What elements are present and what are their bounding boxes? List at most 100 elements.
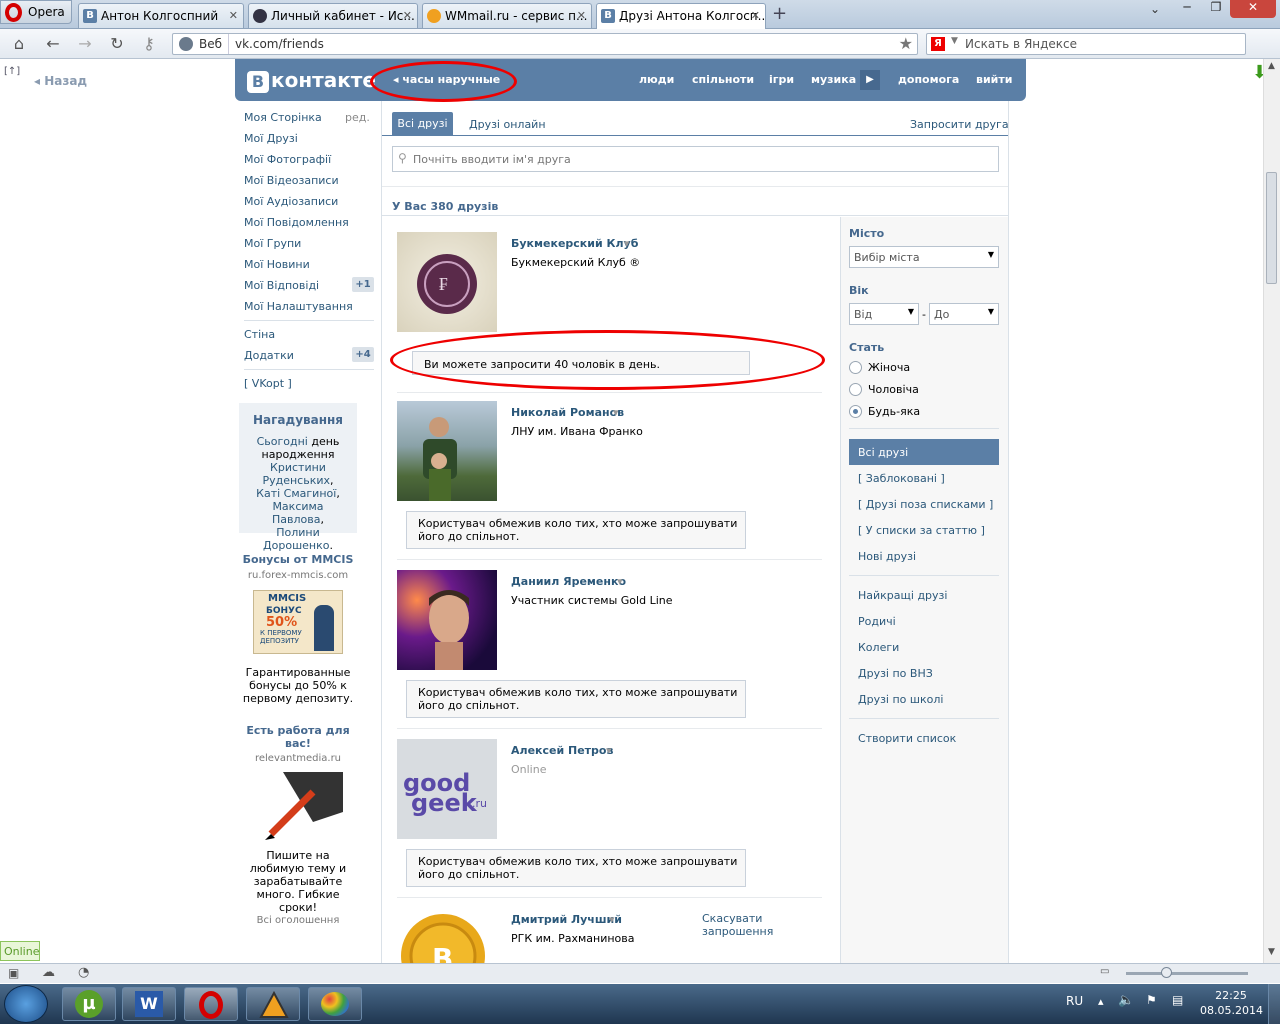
restore-icon[interactable]: ❐ (1202, 0, 1230, 18)
home-icon[interactable]: ⌂ (8, 34, 30, 54)
reminder-today-link[interactable]: Сьогодні (257, 435, 308, 448)
flag-icon[interactable]: ⚑ (1146, 993, 1157, 1007)
ad-title[interactable]: Есть работа для вас! (239, 724, 357, 750)
language-indicator[interactable]: RU (1066, 994, 1083, 1008)
friend-photo[interactable]: B (397, 908, 497, 963)
browser-tab[interactable]: Личный кабинет - Ис... ✕ (248, 3, 418, 28)
start-button[interactable] (4, 985, 48, 1023)
network-icon[interactable]: ▤ (1172, 993, 1183, 1007)
forward-arrow-icon[interactable]: → (74, 34, 96, 54)
list-blocked[interactable]: [ Заблоковані ] (858, 472, 945, 485)
menu-badge[interactable]: +1 (352, 277, 374, 292)
list-new-friends[interactable]: Нові друзі (858, 550, 916, 563)
tab-all-friends[interactable]: Всі друзі (392, 112, 453, 136)
scrollbar-thumb[interactable] (1266, 172, 1277, 284)
nav-people[interactable]: люди (639, 73, 674, 86)
sex-option-label[interactable]: Жіноча (868, 361, 910, 374)
tab-list-icon[interactable]: ⌄ (1150, 2, 1160, 16)
browser-tab[interactable]: B Антон Колгоспний ✕ (78, 3, 244, 28)
zoom-slider-thumb[interactable] (1161, 967, 1172, 978)
reload-icon[interactable]: ↻ (106, 34, 128, 54)
menu-vkopt[interactable]: [ VKopt ] (244, 377, 292, 390)
menu-settings[interactable]: Мої Налаштування (244, 300, 353, 313)
friend-search-input[interactable]: ⚲ Почніть вводити ім'я друга (392, 146, 999, 172)
new-tab-button[interactable]: + (772, 3, 787, 24)
menu-photos[interactable]: Мої Фотографії (244, 153, 331, 166)
nav-logout[interactable]: вийти (976, 73, 1012, 86)
birthday-link[interactable]: Максима Павлова (272, 500, 324, 526)
sex-radio-any[interactable] (849, 405, 862, 418)
menu-groups[interactable]: Мої Групи (244, 237, 301, 250)
menu-answers[interactable]: Мої Відповіді (244, 279, 319, 292)
nav-help[interactable]: допомога (898, 73, 959, 86)
scroll-down-icon[interactable]: ▼ (1268, 947, 1275, 957)
menu-wall[interactable]: Стіна (244, 328, 275, 341)
volume-icon[interactable]: 🔈 (1118, 993, 1134, 1008)
dropdown-icon[interactable]: ▾ (613, 406, 619, 419)
yandex-search-input[interactable]: Я ▼ Искать в Яндексе (926, 33, 1246, 55)
invite-friend-link[interactable]: Запросити друга (910, 118, 1009, 131)
dropdown-icon[interactable]: ▾ (624, 237, 630, 250)
address-field[interactable]: Веб vk.com/friends ★ (172, 33, 918, 55)
city-select[interactable]: Вибір міста ▼ (849, 246, 999, 268)
friend-name[interactable]: Букмекерский Клуб (511, 237, 638, 250)
nav-communities[interactable]: спільноти (692, 73, 754, 86)
dropdown-icon[interactable]: ▾ (609, 913, 615, 926)
ad-image[interactable]: MMCIS БОНУС 50% К ПЕРВОМУ ДЕПОЗИТУ (253, 590, 343, 654)
panel-toggle-icon[interactable]: ▣ (8, 966, 19, 980)
aimp-taskbar-icon[interactable] (246, 987, 300, 1021)
tab-friends-online[interactable]: Друзі онлайн (469, 118, 546, 131)
all-ads-link[interactable]: Всі оголошення (239, 915, 357, 926)
nav-music[interactable]: музика (811, 73, 856, 86)
list-by-sex[interactable]: [ У списки за статтю ] (858, 524, 985, 537)
sex-radio-male[interactable] (849, 383, 862, 396)
list-best-friends[interactable]: Найкращі друзі (858, 589, 947, 602)
friend-name[interactable]: Дмитрий Лучший (511, 913, 622, 926)
opera-taskbar-icon[interactable] (184, 987, 238, 1021)
friend-photo[interactable] (397, 401, 497, 501)
dropdown-icon[interactable]: ▾ (617, 575, 623, 588)
ad-image[interactable] (253, 772, 343, 842)
list-relatives[interactable]: Родичі (858, 615, 896, 628)
birthday-link[interactable]: Кристини Руденських (262, 461, 330, 487)
friend-name[interactable]: Алексей Петров (511, 744, 613, 757)
sex-option-label[interactable]: Чоловіча (868, 383, 919, 396)
list-university[interactable]: Друзі по ВНЗ (858, 667, 933, 680)
friend-photo[interactable]: ₣ (397, 232, 497, 332)
chevron-down-icon[interactable]: ▼ (951, 36, 958, 46)
menu-videos[interactable]: Мої Відеозаписи (244, 174, 339, 187)
up-icon[interactable]: [↑] (4, 66, 20, 77)
tray-arrow-icon[interactable]: ▴ (1098, 995, 1104, 1008)
browser-tab-active[interactable]: B Друзі Антона Колгосп... ✕ (596, 3, 766, 29)
scroll-up-icon[interactable]: ▲ (1268, 61, 1275, 71)
menu-apps[interactable]: Додатки (244, 349, 294, 362)
ad-title[interactable]: Бонусы от MMCIS (239, 553, 357, 566)
friend-photo[interactable]: good geek .ru (397, 739, 497, 839)
sex-option-label[interactable]: Будь-яка (868, 405, 920, 418)
back-arrow-icon[interactable]: ← (42, 34, 64, 54)
menu-my-page[interactable]: Моя Сторінка (244, 111, 322, 124)
close-icon[interactable]: ✕ (403, 9, 412, 22)
window-controls[interactable]: ⌄ (1150, 2, 1160, 16)
word-taskbar-icon[interactable]: W (122, 987, 176, 1021)
close-icon[interactable]: ✕ (751, 9, 760, 22)
dropdown-icon[interactable]: ▾ (606, 744, 612, 757)
cloud-icon[interactable]: ☁ (42, 965, 55, 980)
age-from-select[interactable]: Від ▼ (849, 303, 919, 325)
ad-text[interactable]: Пишите на любимую тему и зарабатывайте м… (239, 849, 357, 914)
minimize-icon[interactable]: ─ (1172, 0, 1202, 18)
web-badge[interactable]: Веб (173, 34, 229, 54)
friend-name[interactable]: Даниил Яременко (511, 575, 626, 588)
view-icon[interactable]: ▭ (1100, 966, 1109, 977)
close-window-icon[interactable]: ✕ (1230, 0, 1276, 18)
birthday-link[interactable]: Каті Смагиної (256, 487, 336, 500)
list-school[interactable]: Друзі по школі (858, 693, 943, 706)
close-icon[interactable]: ✕ (229, 9, 238, 22)
list-colleagues[interactable]: Колеги (858, 641, 899, 654)
cancel-invite-link[interactable]: Скасувати запрошення (702, 912, 782, 938)
create-list-link[interactable]: Створити список (858, 732, 956, 745)
play-icon[interactable]: ▶ (860, 70, 880, 90)
menu-news[interactable]: Мої Новини (244, 258, 310, 271)
age-to-select[interactable]: До ▼ (929, 303, 999, 325)
friend-photo[interactable] (397, 570, 497, 670)
